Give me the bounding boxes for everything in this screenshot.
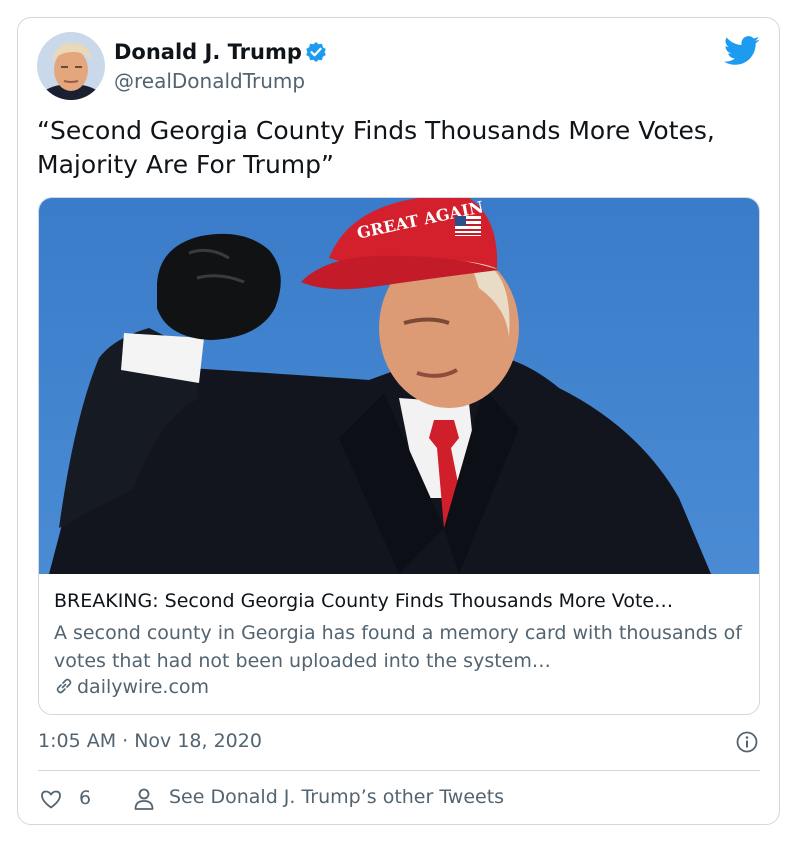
avatar[interactable] <box>37 32 105 100</box>
verified-badge-icon <box>306 42 326 62</box>
person-icon <box>134 788 154 810</box>
timestamp[interactable]: 1:05 AM · Nov 18, 2020 <box>38 730 262 752</box>
author-name[interactable]: Donald J. Trump <box>114 40 302 64</box>
divider <box>38 770 760 771</box>
link-title[interactable]: BREAKING: Second Georgia County Finds Th… <box>54 590 744 612</box>
tweet-text: “Second Georgia County Finds Thousands M… <box>37 116 715 179</box>
heart-icon[interactable] <box>39 787 63 811</box>
article-photo: GREAT AGAIN <box>39 198 759 574</box>
link-domain[interactable]: dailywire.com <box>54 676 209 698</box>
like-count[interactable]: 6 <box>79 787 91 809</box>
other-tweets-link[interactable]: See Donald J. Trump’s other Tweets <box>169 786 504 808</box>
link-icon <box>56 678 72 694</box>
link-description: A second county in Georgia has found a m… <box>54 622 742 672</box>
link-preview-card[interactable]: GREAT AGAIN BREAKING: Second Georgia Cou… <box>38 197 760 715</box>
author-handle[interactable]: @realDonaldTrump <box>114 69 305 93</box>
tweet-card: Donald J. Trump @realDonaldTrump “Second… <box>17 17 780 825</box>
twitter-bird-icon[interactable] <box>724 36 760 66</box>
info-icon[interactable] <box>736 731 758 753</box>
link-domain-text: dailywire.com <box>77 676 210 698</box>
